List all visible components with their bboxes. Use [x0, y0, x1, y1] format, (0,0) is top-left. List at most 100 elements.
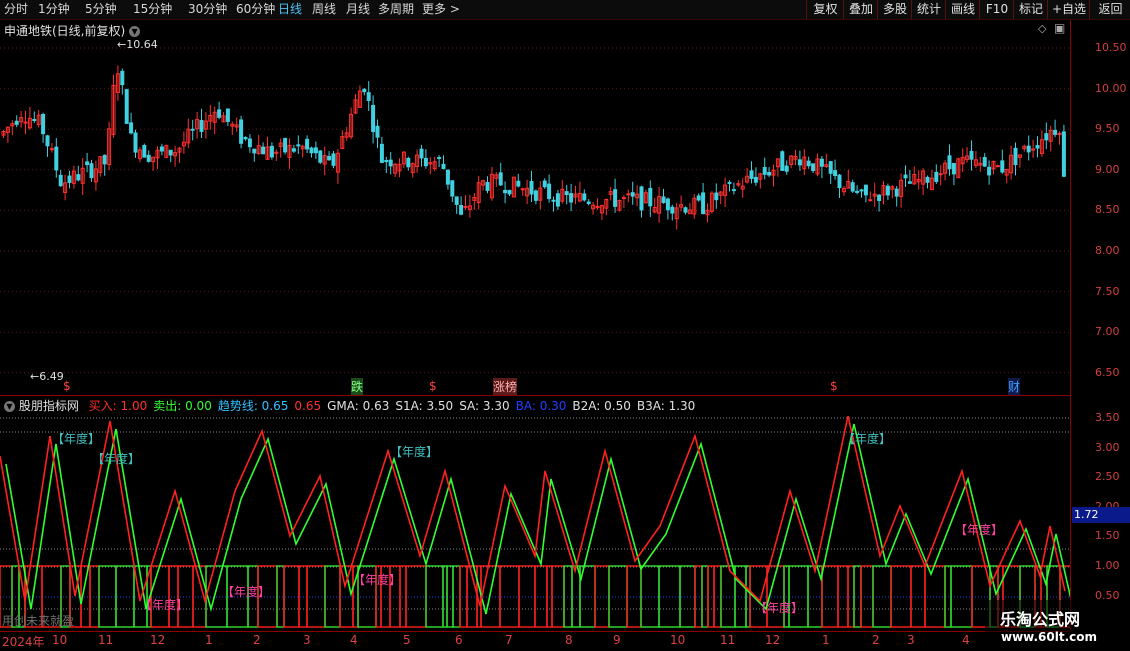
tab-60min[interactable]: 60分钟: [236, 1, 275, 18]
candle-body: [1013, 147, 1018, 166]
candle-body: [437, 157, 442, 160]
event-marker-2[interactable]: 跌: [351, 378, 364, 395]
candle-body: [283, 138, 288, 153]
candle-body: [32, 119, 37, 122]
candle-body: [797, 159, 802, 166]
tab-fenshi[interactable]: 分时: [4, 1, 28, 18]
candle-body: [366, 92, 371, 101]
multi-stock-button[interactable]: 多股: [877, 0, 912, 19]
candle-body: [309, 147, 314, 154]
x-tick-label: 11: [98, 633, 114, 647]
tab-5min[interactable]: 5分钟: [85, 1, 117, 18]
draw-button[interactable]: 画线: [945, 0, 980, 19]
candle-body: [833, 170, 838, 177]
right-y-axis: 10.50 10.00 9.50 9.00 8.50 8.00 7.50 7.00 6.50 3…: [1070, 20, 1130, 631]
candle-body: [129, 122, 134, 134]
candle-body: [903, 174, 908, 179]
event-marker-4[interactable]: 涨榜: [493, 378, 518, 395]
candle-body: [388, 159, 393, 167]
low-price-label: ←6.49: [30, 370, 64, 383]
candle-body: [696, 195, 701, 201]
fuquan-button[interactable]: 复权: [806, 0, 844, 19]
candle-body: [159, 146, 164, 152]
buy-signal-bar: [89, 565, 100, 628]
tab-more[interactable]: 更多 >: [422, 1, 460, 18]
candle-body: [190, 128, 195, 131]
tab-30min[interactable]: 30分钟: [188, 1, 227, 18]
candle-body: [564, 191, 569, 196]
candle-body: [67, 175, 72, 183]
candle-body: [907, 181, 912, 184]
candle-body: [217, 109, 222, 118]
price-tick: 9.00: [1095, 162, 1120, 176]
stats-button[interactable]: 统计: [911, 0, 946, 19]
candle-body: [269, 145, 274, 158]
candle-body: [780, 151, 785, 171]
candle-body: [1035, 145, 1040, 149]
candle-body: [982, 157, 987, 167]
candle-body: [239, 119, 244, 144]
candle-body: [45, 135, 50, 147]
year-label-2: 【年度】: [92, 452, 141, 466]
candle-body: [648, 187, 653, 207]
candle-body: [811, 163, 816, 172]
candle-body: [516, 180, 521, 187]
candle-body: [379, 143, 384, 163]
x-tick-label: 6: [455, 633, 463, 647]
sell-signal-bar: [640, 565, 660, 628]
tab-daily[interactable]: 日线: [278, 1, 302, 18]
x-tick-label: 4: [962, 633, 970, 647]
back-button[interactable]: 返回: [1089, 0, 1130, 19]
candle-body: [318, 150, 323, 163]
candle-body: [885, 185, 890, 196]
candle-body: [503, 189, 508, 194]
candle-body: [995, 165, 1000, 168]
candle-body: [459, 204, 464, 215]
candle-body: [1061, 131, 1066, 177]
low-price-value: 6.49: [39, 370, 64, 383]
tab-15min[interactable]: 15分钟: [133, 1, 172, 18]
candle-body: [819, 158, 824, 167]
event-marker-6[interactable]: 财: [1008, 378, 1021, 395]
candle-body: [547, 183, 552, 200]
year-label-1: 【年度】: [52, 432, 101, 446]
year-label-7: 【年度】: [755, 601, 804, 615]
candle-body: [463, 205, 468, 208]
mark-button[interactable]: 标记: [1013, 0, 1048, 19]
year-label-4: 【年度】: [222, 585, 271, 599]
candle-body: [951, 162, 956, 175]
indicator-chart[interactable]: 【年度】 【年度】 【年度】 【年度】 【年度】 【年度】 【年度】 【年度】 …: [0, 396, 1075, 631]
current-value-badge: 1.72: [1072, 507, 1130, 523]
candle-body: [423, 157, 428, 167]
high-price-label: ←10.64: [117, 38, 158, 51]
tab-multi-period[interactable]: 多周期: [378, 1, 414, 18]
price-tick: 7.50: [1095, 284, 1120, 298]
indicator-tick: 2.50: [1095, 470, 1120, 484]
candle-body: [296, 144, 301, 147]
f10-button[interactable]: F10: [979, 0, 1014, 19]
candle-body: [76, 174, 81, 181]
x-tick-label: 2: [253, 633, 261, 647]
tab-weekly[interactable]: 周线: [312, 1, 336, 18]
candle-body: [749, 170, 754, 179]
tab-monthly[interactable]: 月线: [346, 1, 370, 18]
candle-body: [665, 198, 670, 211]
buy-signal-bar: [821, 565, 839, 628]
tab-1min[interactable]: 1分钟: [38, 1, 70, 18]
buy-signal-bar: [847, 565, 855, 628]
event-marker-3[interactable]: $: [429, 379, 437, 393]
candle-body: [419, 148, 424, 159]
overlay-button[interactable]: 叠加: [843, 0, 878, 19]
event-marker-1[interactable]: $: [63, 379, 71, 393]
year-label-6: 【年度】: [353, 573, 402, 587]
candle-body: [485, 181, 490, 191]
sell-signal-bar: [98, 565, 117, 628]
indicator-tick: 1.00: [1095, 559, 1120, 572]
candle-body: [498, 172, 503, 186]
price-chart[interactable]: ←10.64 ←6.49 $ 跌 $ 涨榜 $ 财: [0, 20, 1070, 395]
event-marker-5[interactable]: $: [830, 379, 838, 393]
candle-body: [868, 199, 873, 202]
add-watchlist-button[interactable]: +自选: [1047, 0, 1090, 19]
candle-body: [445, 169, 450, 185]
candle-body: [133, 132, 138, 153]
